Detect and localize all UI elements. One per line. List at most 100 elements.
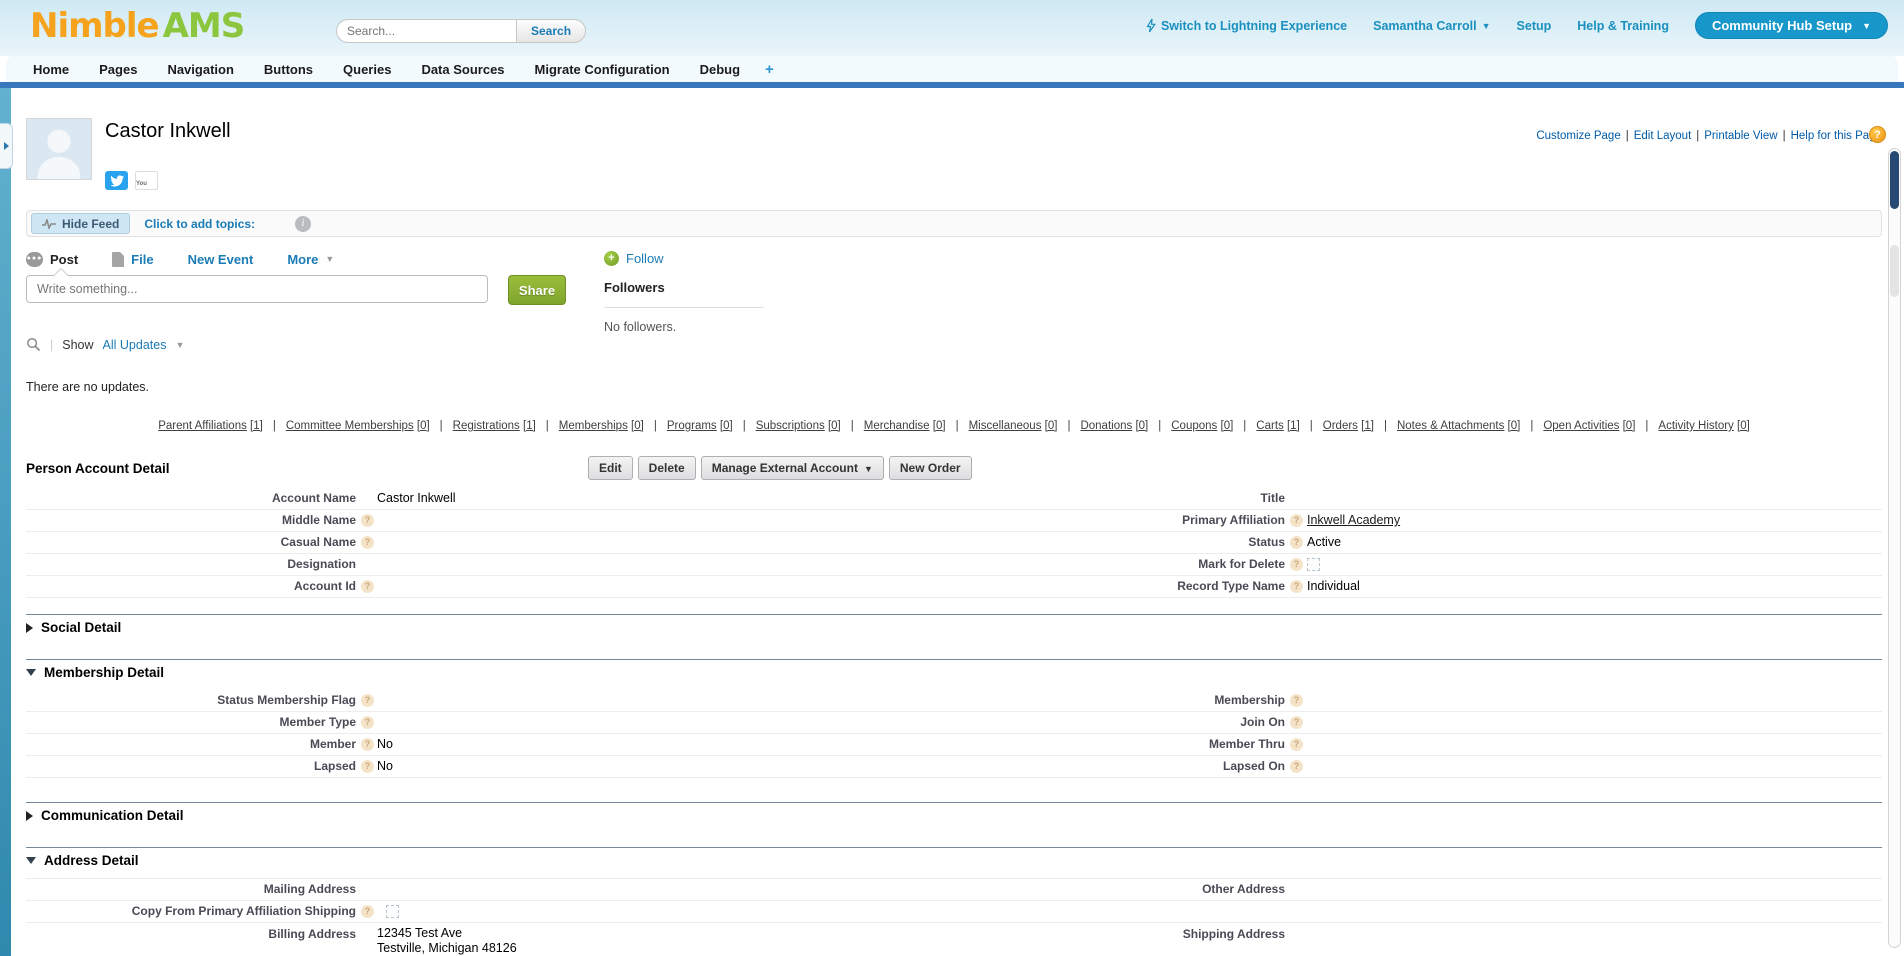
search-icon[interactable] [26, 337, 41, 352]
help-icon[interactable] [361, 514, 374, 527]
avatar[interactable] [26, 118, 92, 180]
related-list-count[interactable]: [0] [933, 420, 946, 432]
help-icon[interactable] [1290, 760, 1303, 773]
related-list-link[interactable]: Registrations [453, 420, 520, 432]
related-list-link[interactable]: Notes & Attachments [1397, 420, 1504, 432]
related-list-count[interactable]: [0] [1737, 420, 1750, 432]
related-list-link[interactable]: Subscriptions [756, 420, 825, 432]
new-event-action[interactable]: New Event [188, 252, 254, 267]
scrollbar-thumb[interactable] [1890, 151, 1899, 209]
edit-button[interactable]: Edit [588, 456, 633, 480]
user-menu[interactable]: Samantha Carroll▼ [1373, 19, 1490, 33]
help-icon[interactable] [1290, 514, 1303, 527]
tab[interactable]: Buttons [249, 62, 328, 77]
tab[interactable]: Pages [84, 62, 152, 77]
related-list-link[interactable]: Memberships [559, 420, 628, 432]
related-list-count[interactable]: [1] [1287, 420, 1300, 432]
new-order-button[interactable]: New Order [889, 456, 972, 480]
section-toggle-address[interactable]: Address Detail [26, 853, 1882, 868]
delete-button[interactable]: Delete [638, 456, 696, 480]
help-icon[interactable] [1290, 536, 1303, 549]
mark-for-delete-checkbox[interactable] [1307, 558, 1320, 571]
search-input[interactable] [336, 19, 516, 43]
help-icon[interactable] [1290, 738, 1303, 751]
related-list-link[interactable]: Committee Memberships [286, 420, 414, 432]
related-list-count[interactable]: [0] [1623, 420, 1636, 432]
related-list-count[interactable]: [1] [1361, 420, 1374, 432]
related-list-count[interactable]: [0] [1221, 420, 1234, 432]
page-action-link[interactable]: Edit Layout [1634, 130, 1692, 142]
table-row: Middle Name Primary Affiliation Inkwell … [26, 510, 1882, 532]
post-composer-input[interactable] [26, 275, 488, 303]
help-icon[interactable] [361, 905, 374, 918]
community-hub-setup-button[interactable]: Community Hub Setup▼ [1695, 12, 1888, 39]
related-list-count[interactable]: [0] [828, 420, 841, 432]
related-list-link[interactable]: Miscellaneous [969, 420, 1042, 432]
related-list-count[interactable]: [0] [1135, 420, 1148, 432]
primary-affiliation-link[interactable]: Inkwell Academy [1307, 510, 1400, 531]
scrollbar-secondary-thumb[interactable] [1890, 245, 1899, 297]
related-list-link[interactable]: Programs [667, 420, 717, 432]
setup-link[interactable]: Setup [1517, 19, 1552, 33]
related-list-link[interactable]: Coupons [1171, 420, 1217, 432]
help-icon[interactable] [1290, 580, 1303, 593]
share-button[interactable]: Share [508, 275, 566, 305]
chevron-down-icon: ▼ [325, 254, 334, 264]
related-list-count[interactable]: [0] [417, 420, 430, 432]
help-training-link[interactable]: Help & Training [1577, 19, 1669, 33]
manage-external-account-button[interactable]: Manage External Account▼ [701, 456, 884, 480]
add-tab-button[interactable]: + [755, 61, 784, 78]
related-list-link[interactable]: Activity History [1658, 420, 1733, 432]
help-icon[interactable] [361, 760, 374, 773]
help-icon[interactable] [361, 716, 374, 729]
feed-filter-select[interactable]: All Updates [103, 338, 167, 352]
related-list-count[interactable]: [0] [631, 420, 644, 432]
youtube-icon[interactable]: YouTube [135, 171, 158, 190]
tab[interactable]: Data Sources [406, 62, 519, 77]
help-question-icon[interactable]: ? [1869, 126, 1886, 143]
help-icon[interactable] [1290, 694, 1303, 707]
page-action-links: Customize Page|Edit Layout|Printable Vie… [1536, 130, 1882, 142]
section-toggle-membership[interactable]: Membership Detail [26, 665, 1882, 680]
help-icon[interactable] [361, 536, 374, 549]
search-button[interactable]: Search [516, 19, 586, 43]
file-action[interactable]: File [112, 252, 153, 267]
tab[interactable]: Debug [685, 62, 755, 77]
related-list-count[interactable]: [1] [250, 420, 263, 432]
info-icon[interactable]: i [295, 216, 311, 232]
section-toggle-communication[interactable]: Communication Detail [26, 808, 1882, 823]
copy-shipping-checkbox[interactable] [386, 905, 399, 918]
section-toggle-social[interactable]: Social Detail [26, 620, 1882, 635]
related-list-count[interactable]: [1] [523, 420, 536, 432]
vertical-scrollbar[interactable] [1888, 148, 1901, 948]
hide-feed-button[interactable]: Hide Feed [31, 213, 130, 234]
add-topics-link[interactable]: Click to add topics: [144, 217, 255, 231]
tab[interactable]: Queries [328, 62, 406, 77]
more-action[interactable]: More▼ [287, 252, 334, 267]
section-membership-detail: Membership Detail Status Membership Flag… [26, 659, 1882, 778]
help-icon[interactable] [361, 580, 374, 593]
help-icon[interactable] [1290, 716, 1303, 729]
help-icon[interactable] [361, 738, 374, 751]
page-action-link[interactable]: Printable View [1704, 130, 1777, 142]
related-list-link[interactable]: Donations [1080, 420, 1132, 432]
related-list-count[interactable]: [0] [720, 420, 733, 432]
help-icon[interactable] [1290, 558, 1303, 571]
related-list-link[interactable]: Carts [1256, 420, 1283, 432]
tab[interactable]: Navigation [152, 62, 248, 77]
chevron-right-icon [26, 623, 33, 633]
related-list-count[interactable]: [0] [1508, 420, 1521, 432]
page-action-link[interactable]: Customize Page [1536, 130, 1620, 142]
twitter-icon[interactable] [105, 171, 128, 190]
related-list-link[interactable]: Parent Affiliations [158, 420, 247, 432]
switch-to-lightning-link[interactable]: Switch to Lightning Experience [1146, 18, 1347, 33]
related-list-count[interactable]: [0] [1045, 420, 1058, 432]
tab[interactable]: Migrate Configuration [520, 62, 685, 77]
post-action[interactable]: ●●●Post [26, 252, 78, 267]
follow-link[interactable]: +Follow [604, 251, 784, 266]
related-list-link[interactable]: Open Activities [1543, 420, 1619, 432]
related-list-link[interactable]: Merchandise [864, 420, 930, 432]
tab[interactable]: Home [18, 62, 84, 77]
help-icon[interactable] [361, 694, 374, 707]
related-list-link[interactable]: Orders [1323, 420, 1358, 432]
